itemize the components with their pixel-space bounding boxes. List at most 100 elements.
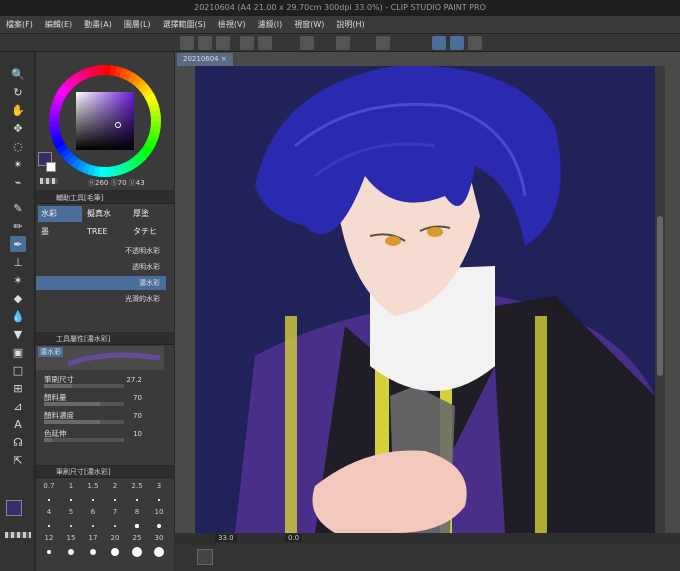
canvas-artwork[interactable] <box>195 66 655 533</box>
brush-size-cell[interactable]: 25 <box>126 534 148 558</box>
snap-special-icon[interactable] <box>450 36 464 50</box>
brush-size-cell[interactable]: 2 <box>104 482 126 506</box>
prop-slider[interactable] <box>44 438 124 442</box>
brush-item-1[interactable]: 透明水彩 <box>36 260 166 274</box>
save-icon[interactable] <box>216 36 230 50</box>
brush-size-cell[interactable]: 6 <box>82 508 104 532</box>
move-tool-icon[interactable]: ✥ <box>10 120 26 136</box>
menu-item-6[interactable]: 濾鏡(I) <box>252 16 289 34</box>
brush-item-2[interactable]: 濃水彩 <box>36 276 166 290</box>
prop-label: 筆刷尺寸 <box>44 375 74 384</box>
brush-size-cell[interactable]: 2.5 <box>126 482 148 506</box>
hsv-readout: Ⓗ260 Ⓢ70 Ⓥ43 <box>88 179 145 187</box>
brush-size-cell[interactable]: 7 <box>104 508 126 532</box>
prop-slider[interactable] <box>44 384 124 388</box>
text-tool-icon[interactable]: A <box>10 416 26 432</box>
main-color-swatch[interactable] <box>6 500 22 516</box>
prop-row-1[interactable]: 顏料量 70 <box>44 392 164 408</box>
pencil-tool-icon[interactable]: ✏ <box>10 218 26 234</box>
decoration-tool-icon[interactable]: ✶ <box>10 272 26 288</box>
menu-item-1[interactable]: 編輯(E) <box>39 16 78 34</box>
sub-color-chip[interactable] <box>46 162 56 172</box>
prop-label: 顏料濃度 <box>44 411 74 420</box>
document-tab[interactable]: 20210604 × <box>177 53 233 66</box>
menu-item-4[interactable]: 選擇範圍(S) <box>157 16 212 34</box>
subtool-tab-5[interactable]: タチヒ <box>130 224 174 240</box>
prop-row-0[interactable]: 筆刷尺寸 27.2 <box>44 374 164 390</box>
brush-size-label: 0.7 <box>43 482 55 490</box>
gradient-icon[interactable]: ▣ <box>10 344 26 360</box>
zoom-tool-icon[interactable]: 🔍 <box>10 66 26 82</box>
pen-tool-icon[interactable]: ✎ <box>10 200 26 216</box>
brush-size-cell[interactable]: 12 <box>38 534 60 558</box>
menu-item-0[interactable]: 檔案(F) <box>0 16 39 34</box>
subtool-tab-2[interactable]: 厚塗 <box>130 206 174 222</box>
prop-slider[interactable] <box>44 420 124 424</box>
fill-icon[interactable] <box>336 36 350 50</box>
subtool-tab-0[interactable]: 水彩 <box>38 206 82 222</box>
brush-size-dot <box>89 548 97 556</box>
balloon-tool-icon[interactable]: ☊ <box>10 434 26 450</box>
brush-item-0[interactable]: 不透明水彩 <box>36 244 166 258</box>
brush-item-3[interactable]: 光滑的水彩 <box>36 292 166 306</box>
brush-size-label: 4 <box>46 508 52 516</box>
subtool-tab-1[interactable]: 擬真水 <box>84 206 128 222</box>
brush-tool-icon[interactable]: ✒ <box>10 236 26 252</box>
rotate-tool-icon[interactable]: ↻ <box>10 84 26 100</box>
magic-wand-icon[interactable]: ✴ <box>10 156 26 172</box>
angle-field[interactable]: 0.0 <box>285 534 303 542</box>
frame-tool-icon[interactable]: ⊞ <box>10 380 26 396</box>
transparent-chip[interactable] <box>40 178 58 184</box>
menu-item-5[interactable]: 檢視(V) <box>212 16 252 34</box>
brush-size-cell[interactable]: 1 <box>60 482 82 506</box>
correct-line-icon[interactable]: ⇱ <box>10 452 26 468</box>
brush-size-cell[interactable]: 4 <box>38 508 60 532</box>
grid-icon[interactable] <box>376 36 390 50</box>
prop-row-2[interactable]: 顏料濃度 70 <box>44 410 164 426</box>
subtool-tab-3[interactable]: 墨 <box>38 224 82 240</box>
brush-size-cell[interactable]: 5 <box>60 508 82 532</box>
redo-icon[interactable] <box>258 36 272 50</box>
blend-tool-icon[interactable]: 💧 <box>10 308 26 324</box>
brush-size-cell[interactable]: 8 <box>126 508 148 532</box>
prop-row-3[interactable]: 色延伸 10 <box>44 428 164 444</box>
new-document-icon[interactable] <box>180 36 194 50</box>
lasso-tool-icon[interactable]: ◌ <box>10 138 26 154</box>
figure-tool-icon[interactable]: □ <box>10 362 26 378</box>
subtool-tab-4[interactable]: TREE <box>84 224 128 240</box>
brush-size-cell[interactable]: 30 <box>148 534 170 558</box>
brush-size-cell[interactable]: 10 <box>148 508 170 532</box>
navigator-icon[interactable] <box>197 549 213 565</box>
eraser-icon[interactable]: ◆ <box>10 290 26 306</box>
brush-size-header: 筆刷尺寸[濃水彩] <box>36 466 174 478</box>
eyedropper-icon[interactable]: ⌁ <box>10 174 26 190</box>
open-icon[interactable] <box>198 36 212 50</box>
hand-tool-icon[interactable]: ✋ <box>10 102 26 118</box>
zoom-field[interactable]: 33.0 <box>215 534 237 542</box>
clear-icon[interactable] <box>300 36 314 50</box>
menu-item-3[interactable]: 圖層(L) <box>118 16 157 34</box>
brush-size-cell[interactable]: 15 <box>60 534 82 558</box>
brush-size-cell[interactable]: 0.7 <box>38 482 60 506</box>
fill-tool-icon[interactable]: ▼ <box>10 326 26 342</box>
brush-size-dot <box>68 549 74 555</box>
menu-item-7[interactable]: 視窗(W) <box>288 16 330 34</box>
vertical-scrollbar-thumb[interactable] <box>657 216 663 376</box>
menu-item-8[interactable]: 說明(H) <box>330 16 370 34</box>
snap-ruler-icon[interactable] <box>432 36 446 50</box>
prop-value: 70 <box>133 394 142 402</box>
color-wheel[interactable] <box>36 52 174 190</box>
ruler-tool-icon[interactable]: ⊿ <box>10 398 26 414</box>
vertical-scrollbar[interactable] <box>655 66 665 533</box>
transparent-color-swatch[interactable] <box>5 532 31 538</box>
menu-item-2[interactable]: 動畫(A) <box>78 16 118 34</box>
prop-slider[interactable] <box>44 402 124 406</box>
snap-grid-icon[interactable] <box>468 36 482 50</box>
brush-size-cell[interactable]: 1.5 <box>82 482 104 506</box>
undo-icon[interactable] <box>240 36 254 50</box>
brush-size-cell[interactable]: 3 <box>148 482 170 506</box>
tool-property-header: 工具屬性[濃水彩] <box>36 333 174 345</box>
brush-size-cell[interactable]: 17 <box>82 534 104 558</box>
airbrush-icon[interactable]: ⊥ <box>10 254 26 270</box>
brush-size-cell[interactable]: 20 <box>104 534 126 558</box>
